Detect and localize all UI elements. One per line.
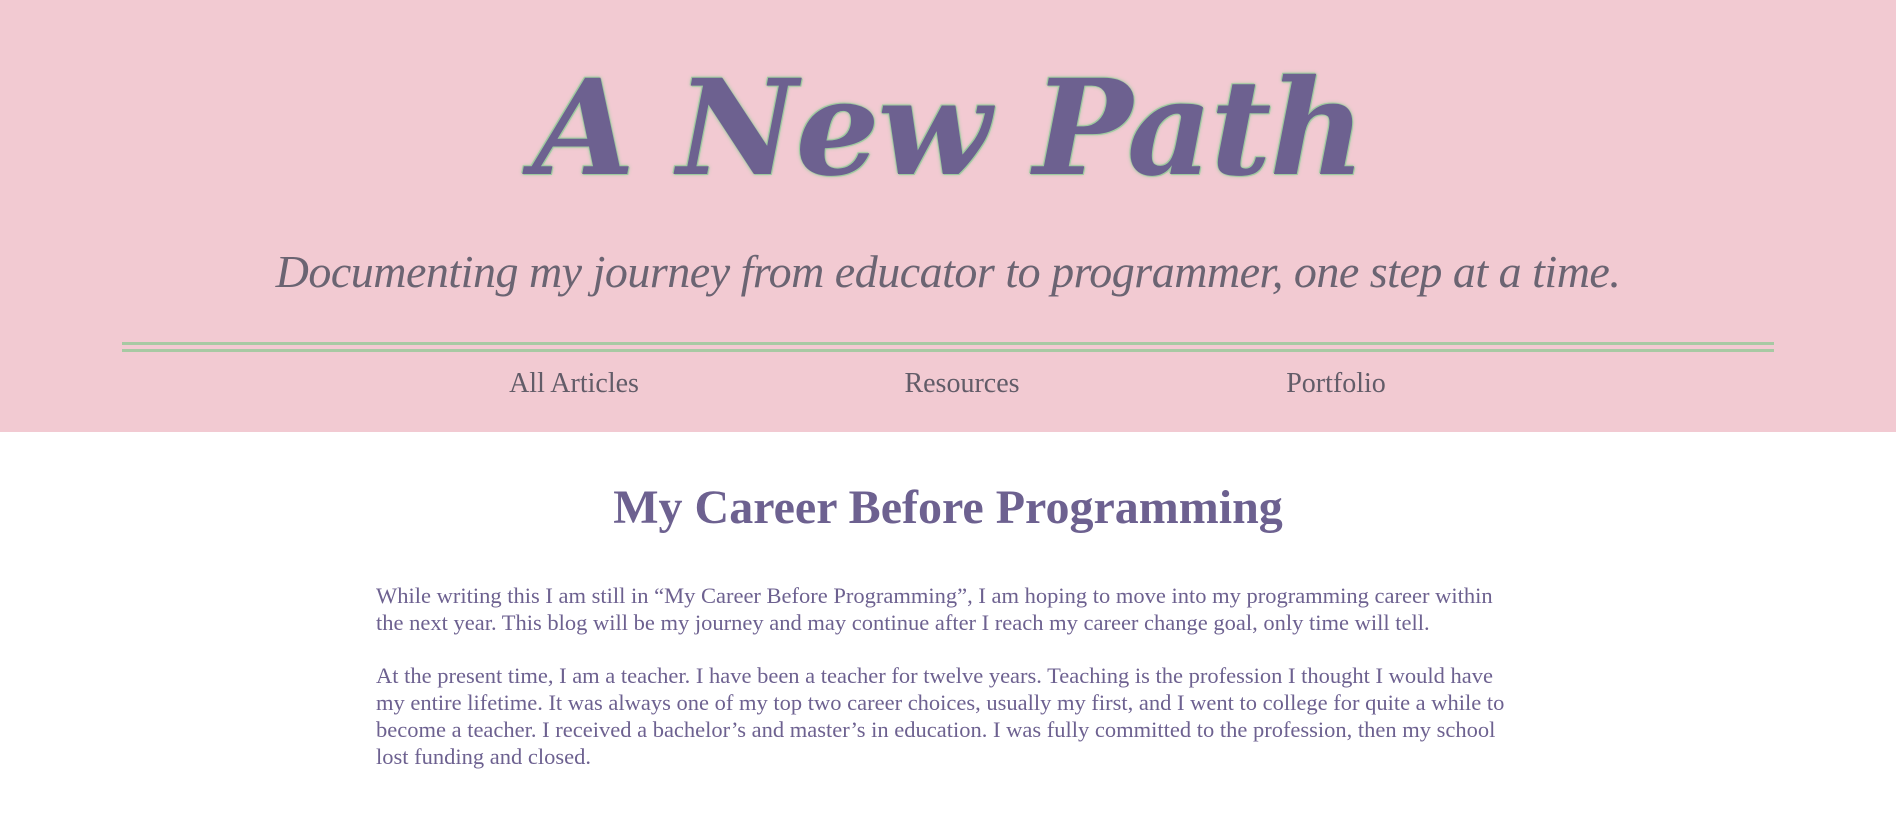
nav-link-resources[interactable]: Resources [812,364,1112,404]
site-header: A New Path Documenting my journey from e… [0,0,1896,432]
article-body: While writing this I am still in “My Car… [376,582,1524,796]
header-divider [122,342,1774,352]
article-paragraph: While writing this I am still in “My Car… [376,583,1493,635]
site-tagline: Documenting my journey from educator to … [275,246,1621,297]
nav-link-portfolio[interactable]: Portfolio [1186,364,1486,404]
article: My Career Before Programming While writi… [0,432,1896,824]
site-title: A New Path [532,51,1366,206]
nav-link-all-articles[interactable]: All Articles [424,364,724,404]
article-paragraph: At the present time, I am a teacher. I h… [376,663,1505,769]
article-title: My Career Before Programming [613,481,1283,534]
main-nav: All Articles Resources Portfolio [0,364,1896,404]
